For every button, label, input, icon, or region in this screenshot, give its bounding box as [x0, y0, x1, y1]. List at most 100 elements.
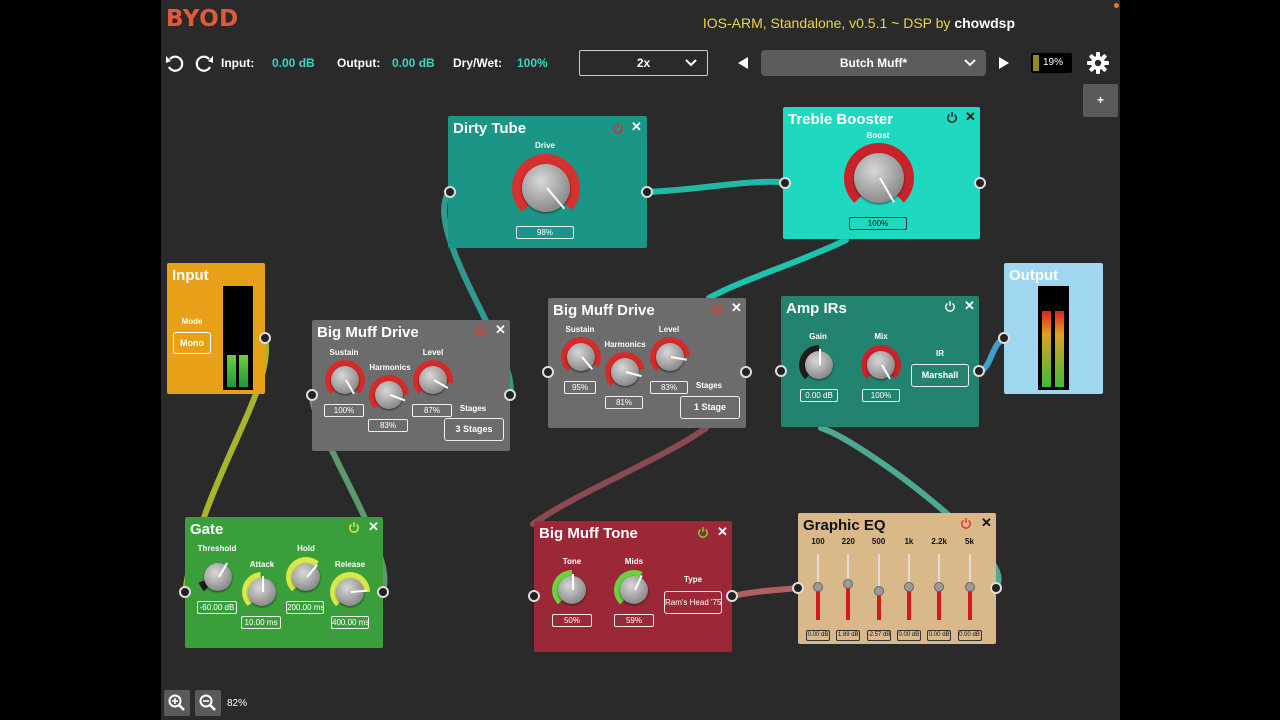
level-value[interactable]: 87%: [412, 404, 452, 417]
release-knob[interactable]: [330, 572, 370, 612]
ir-select[interactable]: Marshall: [911, 364, 969, 387]
slider-thumb[interactable]: [964, 582, 975, 592]
attack-knob[interactable]: [242, 572, 282, 612]
zoom-in-button[interactable]: [164, 690, 190, 716]
drive-knob[interactable]: [512, 154, 580, 222]
input-port[interactable]: [779, 177, 791, 189]
output-port[interactable]: [504, 389, 516, 401]
sustain-value[interactable]: 100%: [324, 404, 364, 417]
eq-band-slider[interactable]: [813, 554, 823, 620]
threshold-value[interactable]: -60.00 dB: [197, 601, 237, 614]
mids-knob[interactable]: [614, 570, 654, 610]
treble-booster-processor[interactable]: Treble Booster ✕ Boost 100%: [779, 107, 986, 239]
output-processor[interactable]: Output: [998, 263, 1103, 394]
input-port[interactable]: [306, 389, 318, 401]
harmonics-knob[interactable]: [369, 375, 409, 415]
eq-band-gain-value[interactable]: 0.00 dB: [957, 630, 982, 641]
input-processor[interactable]: Input Mode Mono: [167, 263, 271, 394]
stages-select[interactable]: 1 Stage: [680, 396, 740, 419]
power-icon[interactable]: [711, 302, 723, 314]
slider-thumb[interactable]: [813, 582, 823, 592]
amp-irs-processor[interactable]: Amp IRs ✕ Gain 0.00 dB Mix 100% IR Marsh…: [775, 296, 985, 427]
power-icon[interactable]: [612, 122, 624, 134]
power-icon[interactable]: [944, 300, 956, 312]
tone-value[interactable]: 50%: [552, 614, 592, 627]
close-icon[interactable]: ✕: [965, 110, 976, 123]
close-icon[interactable]: ✕: [368, 520, 379, 533]
input-port[interactable]: [444, 186, 456, 198]
mids-value[interactable]: 59%: [614, 614, 654, 627]
boost-knob[interactable]: [844, 143, 914, 213]
power-icon[interactable]: [960, 517, 972, 529]
type-select[interactable]: Ram's Head '75: [664, 591, 722, 614]
close-icon[interactable]: ✕: [495, 323, 506, 336]
slider-thumb[interactable]: [873, 586, 884, 596]
eq-band-gain-value[interactable]: -2.57 dB: [866, 630, 891, 641]
level-knob[interactable]: [413, 360, 453, 400]
gain-value[interactable]: 0.00 dB: [800, 389, 838, 402]
input-port[interactable]: [998, 332, 1010, 344]
cable-dirtytube-to-treble[interactable]: [644, 178, 786, 195]
slider-thumb[interactable]: [843, 579, 854, 589]
close-icon[interactable]: ✕: [731, 301, 742, 314]
power-icon[interactable]: [697, 526, 709, 538]
hold-knob[interactable]: [286, 557, 326, 597]
dirty-tube-processor[interactable]: Dirty Tube ✕ Drive 98%: [444, 116, 653, 248]
close-icon[interactable]: ✕: [981, 516, 992, 529]
eq-band-gain-value[interactable]: 0.00 dB: [806, 630, 830, 641]
power-icon[interactable]: [348, 521, 360, 533]
big-muff-drive-processor[interactable]: Big Muff Drive ✕ Sustain 100% Harmonics …: [306, 320, 516, 451]
attack-value[interactable]: 10.00 ms: [241, 616, 281, 629]
input-port[interactable]: [528, 590, 540, 602]
output-port[interactable]: [377, 586, 389, 598]
threshold-knob[interactable]: [198, 557, 238, 597]
output-port[interactable]: [740, 366, 752, 378]
output-port[interactable]: [990, 582, 1002, 594]
close-icon[interactable]: ✕: [964, 299, 975, 312]
level-knob[interactable]: [650, 337, 690, 377]
output-port[interactable]: [974, 177, 986, 189]
input-port[interactable]: [775, 365, 787, 377]
zoom-out-button[interactable]: [195, 690, 221, 716]
gain-knob[interactable]: [799, 345, 839, 385]
cable-drive2-to-tone[interactable]: [530, 425, 709, 527]
input-port[interactable]: [542, 366, 554, 378]
output-port[interactable]: [973, 365, 985, 377]
slider-thumb[interactable]: [934, 582, 945, 592]
release-value[interactable]: 400.00 ms: [331, 616, 369, 629]
output-port[interactable]: [259, 332, 271, 344]
slider-thumb[interactable]: [903, 582, 914, 592]
eq-band-slider[interactable]: [903, 554, 914, 620]
big-muff-tone-processor[interactable]: Big Muff Tone ✕ Tone 50% Mids 59% Type R…: [528, 521, 738, 652]
cable-tone-to-eq[interactable]: [729, 585, 801, 599]
close-icon[interactable]: ✕: [631, 120, 642, 133]
harmonics-value[interactable]: 83%: [368, 419, 408, 432]
eq-band-slider[interactable]: [843, 554, 854, 620]
cable-treble-to-drive2[interactable]: [706, 237, 849, 301]
sustain-value[interactable]: 95%: [564, 381, 596, 394]
drive-value[interactable]: 98%: [516, 226, 574, 239]
eq-band-slider[interactable]: [934, 554, 945, 620]
power-icon[interactable]: [475, 324, 487, 336]
eq-band-slider[interactable]: [873, 554, 884, 620]
sustain-knob[interactable]: [325, 360, 365, 400]
power-icon[interactable]: [946, 111, 958, 123]
big-muff-drive-processor[interactable]: Big Muff Drive ✕ Sustain 95% Harmonics 8…: [542, 298, 752, 428]
tone-knob[interactable]: [552, 570, 592, 610]
stages-select[interactable]: 3 Stages: [444, 418, 504, 441]
sustain-knob[interactable]: [561, 337, 601, 377]
graphic-eq-processor[interactable]: Graphic EQ ✕ 100 0.00 dB 220 1.89 dB 500 -2.5…: [792, 513, 1002, 644]
gate-processor[interactable]: Gate ✕ Threshold -60.00 dB Attack 10.00 …: [179, 517, 389, 648]
eq-band-gain-value[interactable]: 0.00 dB: [927, 630, 952, 641]
level-value[interactable]: 83%: [650, 381, 688, 394]
close-icon[interactable]: ✕: [717, 525, 728, 538]
mix-value[interactable]: 100%: [862, 389, 900, 402]
harmonics-value[interactable]: 81%: [605, 396, 643, 409]
eq-band-gain-value[interactable]: 1.89 dB: [836, 630, 861, 641]
harmonics-knob[interactable]: [605, 352, 645, 392]
eq-band-slider[interactable]: [964, 554, 975, 620]
output-port[interactable]: [641, 186, 653, 198]
input-port[interactable]: [179, 586, 191, 598]
eq-band-gain-value[interactable]: 0.00 dB: [896, 630, 921, 641]
mix-knob[interactable]: [861, 345, 901, 385]
